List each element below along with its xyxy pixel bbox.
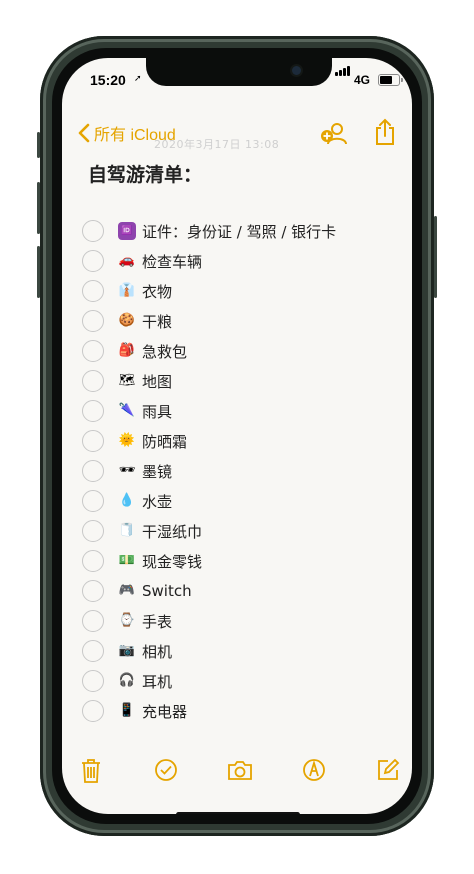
front-camera xyxy=(292,66,301,75)
add-person-icon[interactable] xyxy=(320,120,348,146)
checklist-item[interactable]: 👔 衣物 xyxy=(82,276,392,306)
network-type: 4G xyxy=(354,73,371,87)
phone-frame: 15:20 ➚ 4G 所有 iCloud 2020年3月17日 13:08 自驾… xyxy=(37,36,437,836)
checklist-item-label: 墨镜 xyxy=(142,462,173,481)
home-indicator[interactable] xyxy=(176,812,300,814)
checkbox-circle[interactable] xyxy=(82,610,104,632)
checklist-item[interactable]: 💵 现金零钱 xyxy=(82,546,392,576)
checklist-item[interactable]: 🌞 防晒霜 xyxy=(82,426,392,456)
checkbox-circle[interactable] xyxy=(82,670,104,692)
volume-down-button xyxy=(37,246,40,298)
camera-icon[interactable] xyxy=(226,758,254,782)
headphones-icon: 🎧 xyxy=(118,673,136,688)
checklist-item-label: 衣物 xyxy=(142,282,173,301)
checkbox-circle[interactable] xyxy=(82,280,104,302)
phone-icon: 📱 xyxy=(118,703,136,718)
checkbox-circle[interactable] xyxy=(82,490,104,512)
compose-icon[interactable] xyxy=(376,758,400,782)
chevron-left-icon xyxy=(78,123,90,143)
droplet-icon: 💧 xyxy=(118,493,136,508)
checklist-item-label: 水壶 xyxy=(142,492,173,511)
checklist-item-label: 急救包 xyxy=(142,342,188,361)
checklist-item-label: 耳机 xyxy=(142,672,173,691)
checkbox-circle[interactable] xyxy=(82,370,104,392)
camera-icon: 📷 xyxy=(118,643,136,658)
battery-icon xyxy=(378,74,403,86)
checklist-item-label: 防晒霜 xyxy=(142,432,188,451)
checklist-item[interactable]: 📱 充电器 xyxy=(82,696,392,726)
checklist-item-label: 相机 xyxy=(142,642,173,661)
checklist-item[interactable]: 🎒 急救包 xyxy=(82,336,392,366)
checkbox-circle[interactable] xyxy=(82,460,104,482)
checkbox-circle[interactable] xyxy=(82,640,104,662)
checklist-item[interactable]: 💧 水壶 xyxy=(82,486,392,516)
bottom-toolbar xyxy=(62,758,412,794)
power-button xyxy=(434,216,437,298)
checkbox-circle[interactable] xyxy=(82,580,104,602)
sun-face-icon: 🌞 xyxy=(118,433,136,448)
checklist-item-label: Switch xyxy=(142,582,192,600)
tissue-roll-icon: 🧻 xyxy=(118,523,136,538)
checklist-item-label: 雨具 xyxy=(142,402,173,421)
checklist-item-label: 现金零钱 xyxy=(142,552,203,571)
note-date-hint: 2020年3月17日 13:08 xyxy=(154,138,280,151)
checkbox-circle[interactable] xyxy=(82,220,104,242)
id-badge-icon: 🆔 xyxy=(118,222,136,240)
checklist-item-label: 检查车辆 xyxy=(142,252,203,271)
checkbox-circle[interactable] xyxy=(82,700,104,722)
checklist-item-label: 充电器 xyxy=(142,702,188,721)
checklist-item[interactable]: 🎧 耳机 xyxy=(82,666,392,696)
car-icon: 🚗 xyxy=(118,253,136,268)
cookie-icon: 🍪 xyxy=(118,313,136,328)
gamepad-icon: 🎮 xyxy=(118,583,136,598)
checkbox-circle[interactable] xyxy=(82,400,104,422)
checklist-item[interactable]: 🎮 Switch xyxy=(82,576,392,606)
notch xyxy=(146,58,332,86)
silent-switch xyxy=(37,132,40,158)
checkbox-circle[interactable] xyxy=(82,550,104,572)
share-icon[interactable] xyxy=(374,118,396,146)
checklist-item[interactable]: 🍪 干粮 xyxy=(82,306,392,336)
checklist-item[interactable]: ⌚ 手表 xyxy=(82,606,392,636)
markup-icon[interactable] xyxy=(302,758,326,782)
note-title[interactable]: 自驾游清单： xyxy=(88,160,202,187)
shirt-icon: 👔 xyxy=(118,283,136,298)
trash-icon[interactable] xyxy=(80,758,102,784)
bezel: 15:20 ➚ 4G 所有 iCloud 2020年3月17日 13:08 自驾… xyxy=(52,48,422,824)
checklist: 🆔 证件：身份证 / 驾照 / 银行卡 🚗 检查车辆 👔 衣物 🍪 干粮 🎒 急救包 🗺 地图 🌂 雨具 🌞… xyxy=(82,216,392,726)
checklist-item[interactable]: 🆔 证件：身份证 / 驾照 / 银行卡 xyxy=(82,216,392,246)
checkbox-circle[interactable] xyxy=(82,520,104,542)
checkbox-circle[interactable] xyxy=(82,310,104,332)
checklist-item[interactable]: 🕶 墨镜 xyxy=(82,456,392,486)
checklist-item[interactable]: 🗺 地图 xyxy=(82,366,392,396)
backpack-icon: 🎒 xyxy=(118,343,136,358)
screen: 15:20 ➚ 4G 所有 iCloud 2020年3月17日 13:08 自驾… xyxy=(62,58,412,814)
checkbox-circle[interactable] xyxy=(82,430,104,452)
checklist-item[interactable]: 🌂 雨具 xyxy=(82,396,392,426)
checklist-item-label: 干粮 xyxy=(142,312,173,331)
checklist-item[interactable]: 📷 相机 xyxy=(82,636,392,666)
checklist-item-label: 地图 xyxy=(142,372,173,391)
checklist-item[interactable]: 🚗 检查车辆 xyxy=(82,246,392,276)
checklist-item-label: 手表 xyxy=(142,612,173,631)
sunglasses-icon: 🕶 xyxy=(118,463,136,478)
battery-level xyxy=(380,76,392,84)
checklist-item-label: 干湿纸巾 xyxy=(142,522,203,541)
checkbox-circle[interactable] xyxy=(82,340,104,362)
volume-up-button xyxy=(37,182,40,234)
umbrella-icon: 🌂 xyxy=(118,403,136,418)
checklist-item[interactable]: 🧻 干湿纸巾 xyxy=(82,516,392,546)
checkbox-circle[interactable] xyxy=(82,250,104,272)
checklist-icon[interactable] xyxy=(154,758,178,782)
status-time: 15:20 xyxy=(90,72,126,88)
map-icon: 🗺 xyxy=(118,373,136,388)
checklist-item-label: 证件：身份证 / 驾照 / 银行卡 xyxy=(142,222,337,241)
location-arrow-icon: ➚ xyxy=(134,74,142,84)
money-icon: 💵 xyxy=(118,553,136,568)
watch-icon: ⌚ xyxy=(118,613,136,628)
